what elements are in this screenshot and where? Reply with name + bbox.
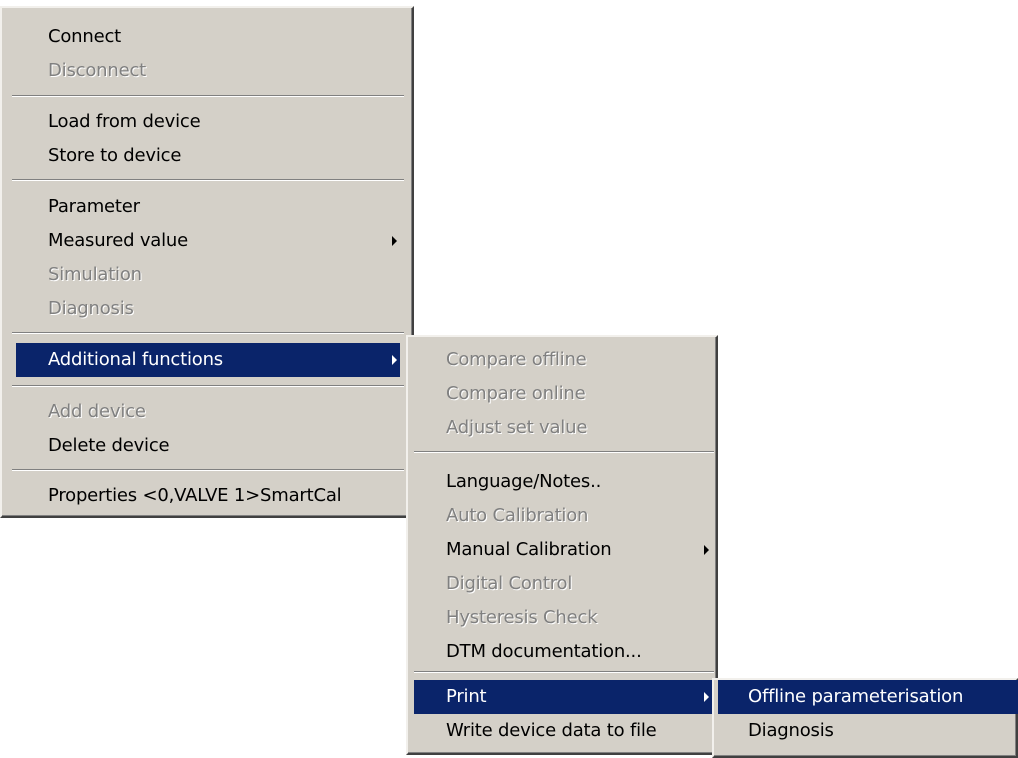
menu-item-load-from-device[interactable]: Load from device: [16, 105, 400, 139]
menu-item-hysteresis-check: Hysteresis Check: [414, 601, 714, 635]
menu-item-adjust-set-value: Adjust set value: [414, 411, 714, 445]
submenu-arrow-icon: [392, 355, 397, 365]
submenu-print: Offline parameterisation Diagnosis: [712, 678, 1018, 758]
menu-item-diagnosis: Diagnosis: [16, 292, 400, 326]
menu-item-parameter-label: Parameter: [48, 196, 140, 217]
menu-separator: [12, 95, 404, 97]
menu-separator: [12, 179, 404, 181]
menu-item-write-device-data[interactable]: Write device data to file: [414, 714, 714, 748]
menu-separator: [12, 469, 404, 471]
menu-item-disconnect: Disconnect: [16, 54, 400, 88]
menu-item-simulation-label: Simulation: [48, 264, 142, 285]
menu-item-diagnosis-label: Diagnosis: [48, 298, 134, 319]
menu-item-measured-value-label: Measured value: [48, 230, 189, 251]
menu-item-compare-offline: Compare offline: [414, 343, 714, 377]
context-menu-main: Connect Disconnect Load from device Stor…: [0, 6, 414, 518]
menu-item-connect-label: Connect: [48, 26, 122, 47]
menu-separator: [12, 385, 404, 387]
menu-separator: [12, 332, 404, 334]
menu-item-parameter[interactable]: Parameter: [16, 190, 400, 224]
menu-item-language-notes[interactable]: Language/Notes..: [414, 465, 714, 499]
menu-item-load-from-device-label: Load from device: [48, 111, 201, 132]
menu-item-connect[interactable]: Connect: [16, 20, 400, 54]
menu-item-add-device: Add device: [16, 395, 400, 429]
menu-item-write-device-data-label: Write device data to file: [446, 720, 657, 741]
menu-item-additional-functions[interactable]: Additional functions: [16, 343, 400, 377]
menu-item-properties-label: Properties <0,VALVE 1>SmartCal: [48, 485, 342, 506]
menu-item-delete-device[interactable]: Delete device: [16, 429, 400, 463]
menu-item-print-diagnosis-label: Diagnosis: [748, 720, 834, 741]
menu-item-manual-calibration[interactable]: Manual Calibration: [414, 533, 714, 567]
menu-item-dtm-documentation-label: DTM documentation...: [446, 641, 642, 662]
menu-item-auto-calibration: Auto Calibration: [414, 499, 714, 533]
menu-item-compare-online-label: Compare online: [446, 383, 586, 404]
menu-item-digital-control: Digital Control: [414, 567, 714, 601]
menu-item-additional-functions-label: Additional functions: [48, 349, 223, 370]
menu-separator: [414, 451, 714, 453]
menu-item-manual-calibration-label: Manual Calibration: [446, 539, 612, 560]
menu-item-offline-parameterisation[interactable]: Offline parameterisation: [718, 680, 1018, 714]
menu-item-offline-parameterisation-label: Offline parameterisation: [748, 686, 964, 707]
menu-separator: [414, 671, 714, 673]
submenu-arrow-icon: [704, 692, 709, 702]
submenu-arrow-icon: [392, 236, 397, 246]
menu-item-store-to-device[interactable]: Store to device: [16, 139, 400, 173]
menu-item-measured-value[interactable]: Measured value: [16, 224, 400, 258]
submenu-arrow-icon: [704, 545, 709, 555]
menu-item-print-label: Print: [446, 686, 487, 707]
menu-item-delete-device-label: Delete device: [48, 435, 170, 456]
menu-item-store-to-device-label: Store to device: [48, 145, 182, 166]
menu-item-auto-calibration-label: Auto Calibration: [446, 505, 589, 526]
menu-item-dtm-documentation[interactable]: DTM documentation...: [414, 635, 714, 669]
menu-item-add-device-label: Add device: [48, 401, 146, 422]
menu-item-adjust-set-value-label: Adjust set value: [446, 417, 588, 438]
menu-item-language-notes-label: Language/Notes..: [446, 471, 602, 492]
menu-item-hysteresis-check-label: Hysteresis Check: [446, 607, 598, 628]
menu-item-compare-online: Compare online: [414, 377, 714, 411]
menu-item-disconnect-label: Disconnect: [48, 60, 146, 81]
menu-item-compare-offline-label: Compare offline: [446, 349, 587, 370]
menu-item-print-diagnosis[interactable]: Diagnosis: [718, 714, 1018, 748]
menu-item-properties[interactable]: Properties <0,VALVE 1>SmartCal: [16, 479, 400, 513]
submenu-additional-functions: Compare offline Compare online Adjust se…: [406, 335, 718, 755]
menu-item-print[interactable]: Print: [414, 680, 714, 714]
menu-item-simulation: Simulation: [16, 258, 400, 292]
menu-item-digital-control-label: Digital Control: [446, 573, 573, 594]
